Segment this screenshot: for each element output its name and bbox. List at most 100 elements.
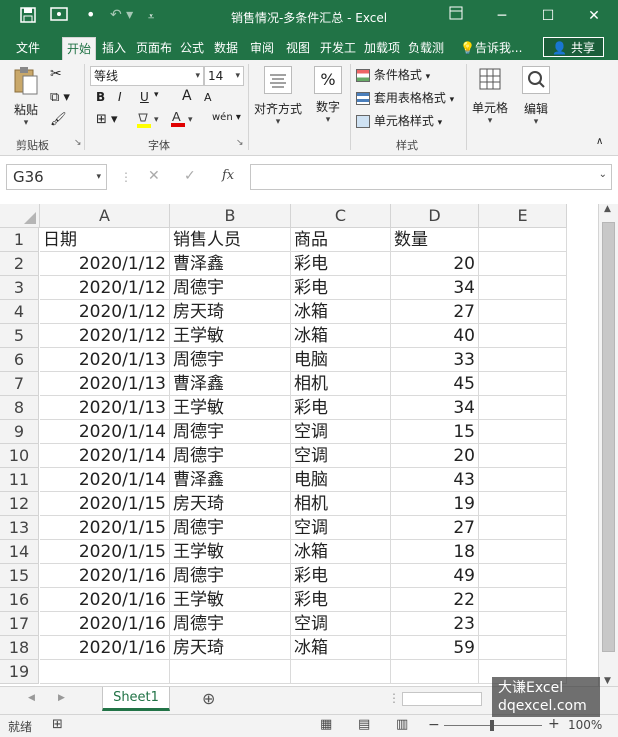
cell-a18[interactable]: 2020/1/16	[40, 636, 170, 660]
tab-insert[interactable]: 插入	[98, 37, 130, 60]
insert-function-icon[interactable]: fx	[222, 168, 234, 183]
shrink-font-button[interactable]: A	[204, 91, 212, 104]
row-header[interactable]: 19	[0, 660, 39, 684]
cell-b1[interactable]: 销售人员	[170, 228, 291, 252]
share-button[interactable]: 👤 共享	[543, 37, 604, 57]
column-header-e[interactable]: E	[479, 204, 567, 228]
minimize-icon[interactable]: ─	[490, 5, 514, 27]
cell-a2[interactable]: 2020/1/12	[40, 252, 170, 276]
row-header[interactable]: 18	[0, 636, 39, 660]
cell-c6[interactable]: 电脑	[291, 348, 391, 372]
font-launcher-icon[interactable]: ↘	[236, 138, 244, 148]
cell-b4[interactable]: 房天琦	[170, 300, 291, 324]
italic-button[interactable]: I	[118, 90, 122, 104]
row-header[interactable]: 10	[0, 444, 39, 468]
cell-b12[interactable]: 房天琦	[170, 492, 291, 516]
cell-e18[interactable]	[479, 636, 567, 660]
tab-home[interactable]: 开始	[62, 37, 97, 60]
row-header[interactable]: 9	[0, 420, 39, 444]
cell-c14[interactable]: 冰箱	[291, 540, 391, 564]
cell-a9[interactable]: 2020/1/14	[40, 420, 170, 444]
sheet-tab-sheet1[interactable]: Sheet1	[102, 687, 170, 711]
cell-c12[interactable]: 相机	[291, 492, 391, 516]
cell-b19[interactable]	[170, 660, 291, 684]
cell-c17[interactable]: 空调	[291, 612, 391, 636]
underline-dropdown-icon[interactable]: ▾	[154, 90, 159, 100]
tell-me-search[interactable]: 💡告诉我...	[456, 37, 526, 60]
cell-c18[interactable]: 冰箱	[291, 636, 391, 660]
close-icon[interactable]: ✕	[582, 5, 606, 27]
cell-c10[interactable]: 空调	[291, 444, 391, 468]
cell-e16[interactable]	[479, 588, 567, 612]
row-header[interactable]: 8	[0, 396, 39, 420]
bold-button[interactable]: B	[96, 90, 105, 104]
cell-e11[interactable]	[479, 468, 567, 492]
zoom-slider[interactable]	[444, 720, 542, 731]
cell-c4[interactable]: 冰箱	[291, 300, 391, 324]
cell-e7[interactable]	[479, 372, 567, 396]
check-icon[interactable]: ✓	[184, 168, 196, 184]
cell-c16[interactable]: 彩电	[291, 588, 391, 612]
cell-e4[interactable]	[479, 300, 567, 324]
cell-e1[interactable]	[479, 228, 567, 252]
clipboard-launcher-icon[interactable]: ↘	[74, 138, 82, 148]
cell-d19[interactable]	[391, 660, 479, 684]
cell-a3[interactable]: 2020/1/12	[40, 276, 170, 300]
underline-button[interactable]: U	[140, 90, 149, 104]
cell-a12[interactable]: 2020/1/15	[40, 492, 170, 516]
add-sheet-button[interactable]: ⊕	[202, 689, 215, 708]
row-header[interactable]: 2	[0, 252, 39, 276]
cell-d17[interactable]: 23	[391, 612, 479, 636]
cell-d14[interactable]: 18	[391, 540, 479, 564]
tab-view[interactable]: 视图	[282, 37, 314, 60]
cell-d4[interactable]: 27	[391, 300, 479, 324]
zoom-out-button[interactable]: −	[428, 717, 440, 733]
cell-e3[interactable]	[479, 276, 567, 300]
cell-a15[interactable]: 2020/1/16	[40, 564, 170, 588]
next-sheet-icon[interactable]: ▶	[58, 693, 65, 703]
prev-sheet-icon[interactable]: ◀	[28, 693, 35, 703]
tab-developer[interactable]: 开发工	[316, 37, 360, 60]
row-header[interactable]: 12	[0, 492, 39, 516]
cell-d8[interactable]: 34	[391, 396, 479, 420]
normal-view-icon[interactable]: ▦	[320, 717, 332, 732]
format-painter-icon[interactable]: 🖌	[50, 112, 67, 127]
row-header[interactable]: 7	[0, 372, 39, 396]
zoom-in-button[interactable]: +	[548, 716, 560, 732]
cell-a7[interactable]: 2020/1/13	[40, 372, 170, 396]
cell-b16[interactable]: 王学敏	[170, 588, 291, 612]
cell-c7[interactable]: 相机	[291, 372, 391, 396]
row-header[interactable]: 11	[0, 468, 39, 492]
cell-b17[interactable]: 周德宇	[170, 612, 291, 636]
cell-d12[interactable]: 19	[391, 492, 479, 516]
horizontal-scrollbar[interactable]	[402, 692, 482, 706]
column-header-d[interactable]: D	[391, 204, 479, 228]
cell-a13[interactable]: 2020/1/15	[40, 516, 170, 540]
font-name-box[interactable]: 等线 ▾	[90, 66, 204, 86]
grow-font-button[interactable]: A	[182, 88, 192, 104]
cell-b6[interactable]: 周德宇	[170, 348, 291, 372]
maximize-icon[interactable]: ☐	[536, 5, 560, 27]
cell-a17[interactable]: 2020/1/16	[40, 612, 170, 636]
cell-a19[interactable]	[40, 660, 170, 684]
cell-e13[interactable]	[479, 516, 567, 540]
font-color-icon[interactable]: A ▾	[170, 109, 196, 131]
cell-a1[interactable]: 日期	[40, 228, 170, 252]
cell-e9[interactable]	[479, 420, 567, 444]
cell-a6[interactable]: 2020/1/13	[40, 348, 170, 372]
borders-icon[interactable]: ⊞ ▾	[96, 112, 118, 127]
vertical-scroll-thumb[interactable]	[602, 222, 615, 652]
row-header[interactable]: 3	[0, 276, 39, 300]
cell-e14[interactable]	[479, 540, 567, 564]
row-header[interactable]: 6	[0, 348, 39, 372]
tab-add-ins[interactable]: 加载项	[360, 37, 404, 60]
cell-c19[interactable]	[291, 660, 391, 684]
cell-b7[interactable]: 曹泽鑫	[170, 372, 291, 396]
cell-e8[interactable]	[479, 396, 567, 420]
cell-e5[interactable]	[479, 324, 567, 348]
select-all-corner[interactable]	[0, 204, 40, 228]
tab-formulas[interactable]: 公式	[176, 37, 208, 60]
copy-icon[interactable]: ⧉ ▾	[50, 90, 70, 105]
worksheet-grid[interactable]: A B C D E 1 2 3 4 5 6 7 8 9 10 11 12 13 14 15 16 17 18 19 日期 销售人…	[0, 204, 618, 686]
zoom-level[interactable]: 100%	[568, 718, 602, 732]
